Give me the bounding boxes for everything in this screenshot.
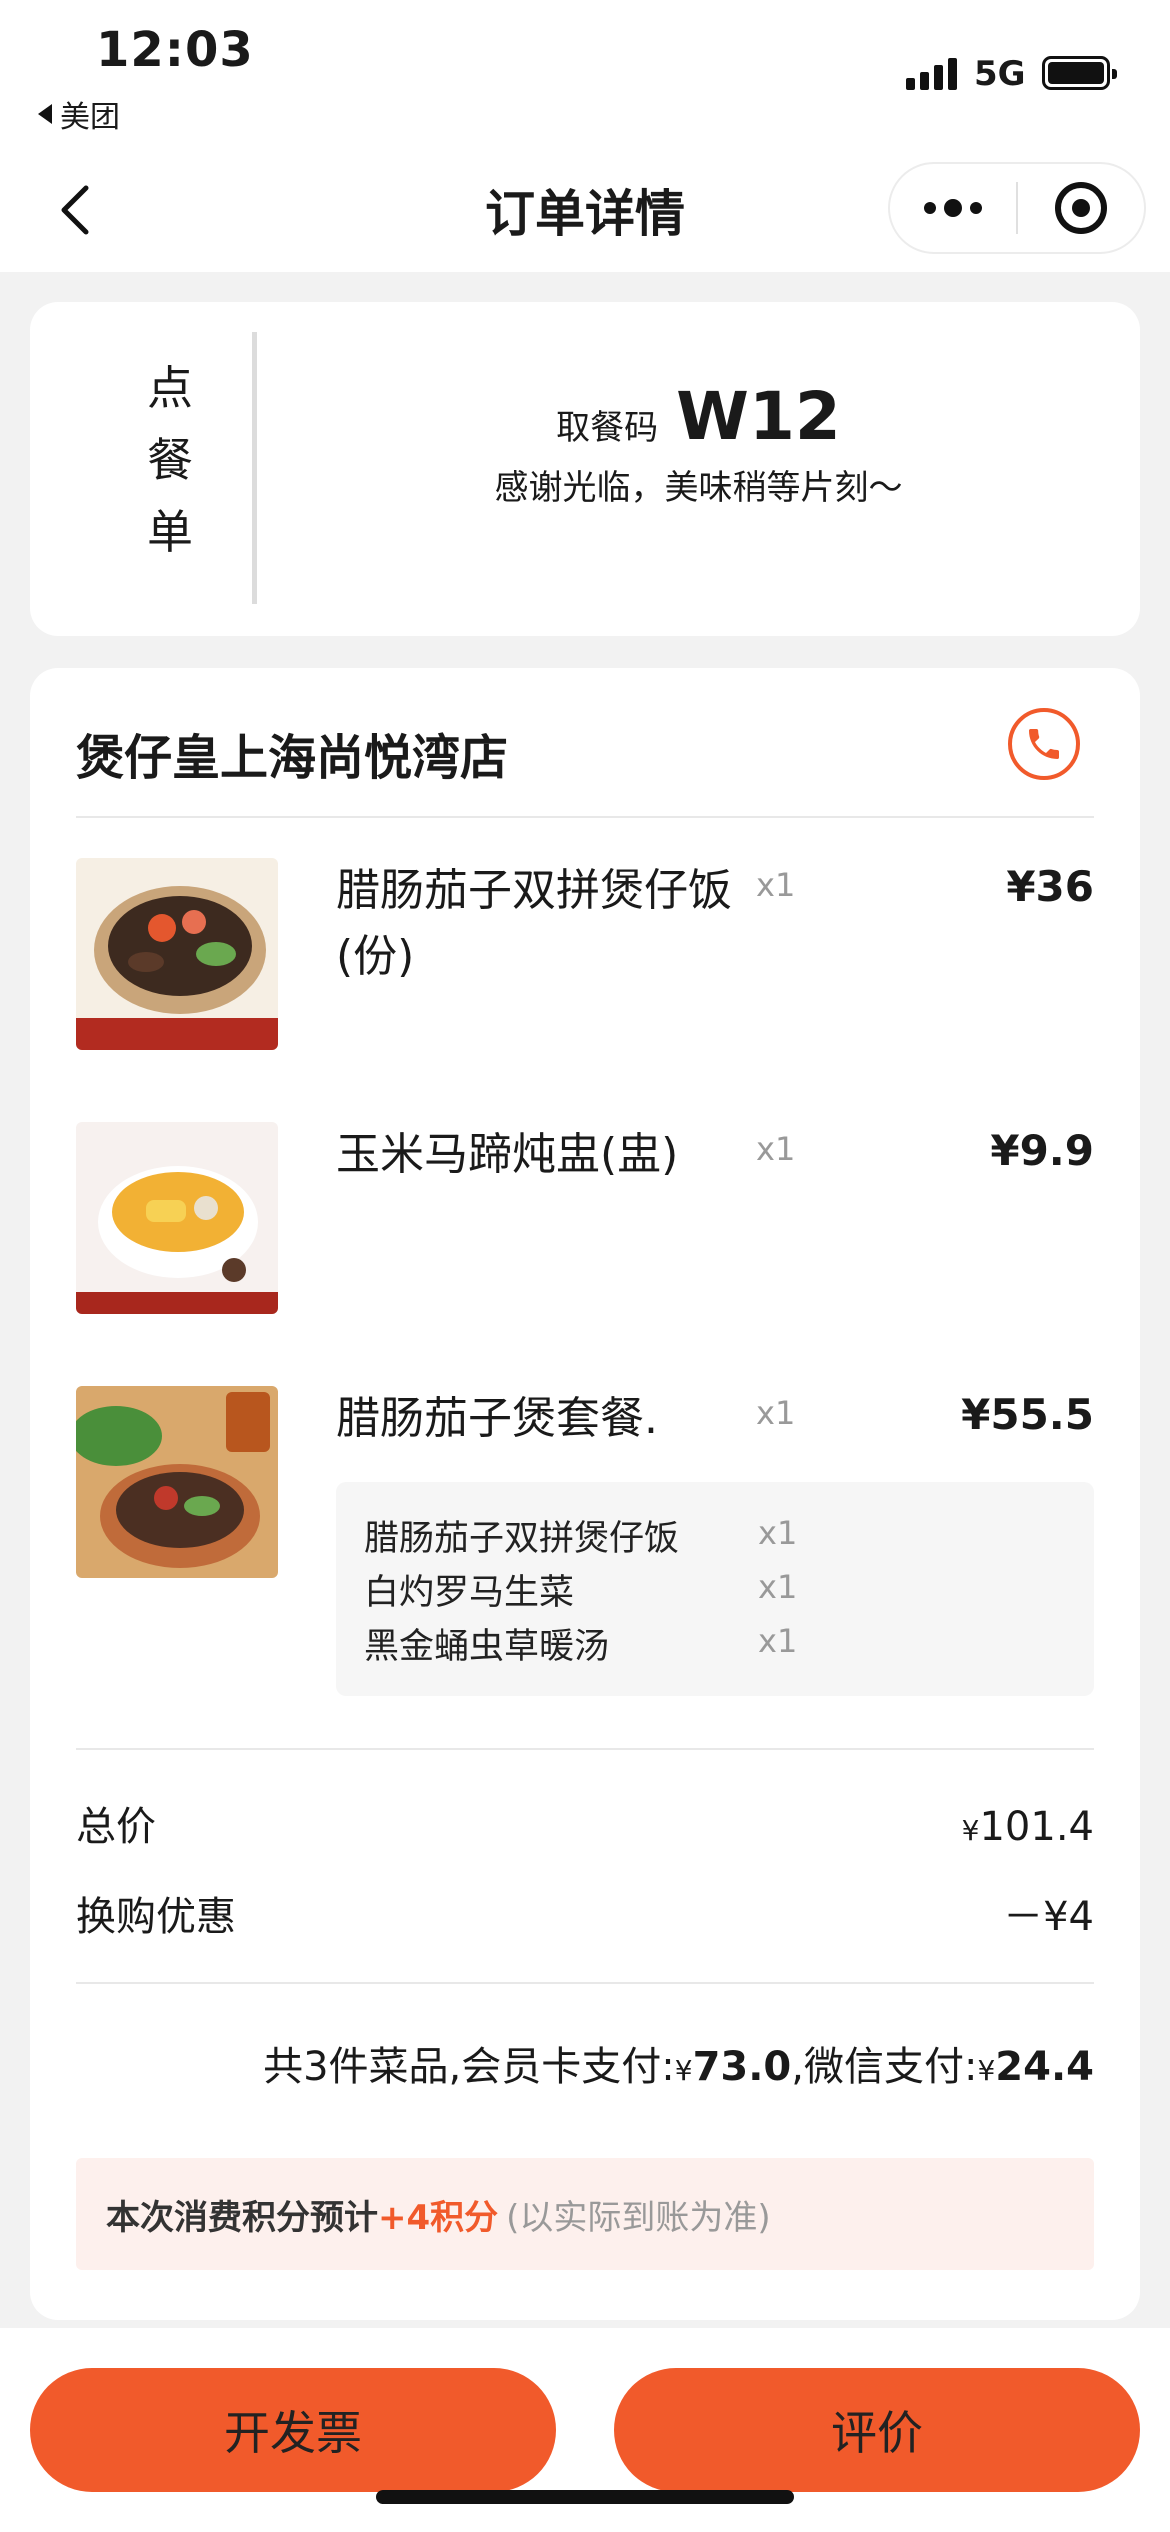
sub-item-quantity: x1 (758, 1622, 798, 1660)
item-image (76, 1386, 278, 1578)
item-quantity: x1 (756, 866, 796, 904)
divider (76, 816, 1094, 818)
thanks-message: 感谢光临，美味稍等片刻～ (494, 468, 903, 508)
item-quantity: x1 (756, 1394, 796, 1432)
close-mini-program-button[interactable] (1018, 182, 1144, 234)
pickup-card: 点 餐 单 取餐码 W12 感谢光临，美味稍等片刻～ (30, 302, 1140, 636)
more-button[interactable] (890, 199, 1016, 217)
points-note: (以实际到账为准) (506, 2197, 771, 2238)
invoice-button[interactable]: 开发票 (30, 2368, 556, 2492)
set-meal-contents: 腊肠茄子双拼煲仔饭 x1 白灼罗马生菜 x1 黑金蛹虫草暖汤 x1 (336, 1482, 1094, 1696)
sub-item-name: 白灼罗马生菜 (364, 1573, 575, 1613)
sub-item-name: 黑金蛹虫草暖汤 (364, 1627, 610, 1667)
nav-bar: 订单详情 (0, 150, 1170, 272)
order-item: 玉米马蹄炖盅(盅) x1 ¥9.9 (76, 1122, 1094, 1322)
back-triangle-icon (38, 104, 52, 124)
pickup-code: W12 (676, 378, 841, 455)
pickup-code-row: 取餐码 W12 (257, 378, 1140, 455)
network-label: 5G (974, 54, 1026, 94)
item-name: 玉米马蹄炖盅(盅) (336, 1129, 679, 1180)
item-name: 腊肠茄子煲套餐. (336, 1393, 658, 1444)
total-label: 总价 (76, 1804, 156, 1850)
total-value: ¥101.4 (961, 1804, 1094, 1850)
item-price: ¥36 (1006, 862, 1094, 911)
sub-item-quantity: x1 (758, 1514, 798, 1552)
order-item: 腊肠茄子双拼煲仔饭(份) x1 ¥36 (76, 858, 1094, 1058)
points-amount: +4积分 (378, 2197, 499, 2238)
sub-item-name: 腊肠茄子双拼煲仔饭 (364, 1519, 680, 1559)
item-price: ¥55.5 (961, 1390, 1094, 1439)
item-name: 腊肠茄子双拼煲仔饭(份) (336, 865, 732, 982)
sub-item-quantity: x1 (758, 1568, 798, 1606)
order-ticket-label: 点 餐 单 (147, 361, 193, 559)
status-bar: 12:03 美团 5G (0, 0, 1170, 150)
back-app-label: 美团 (60, 100, 120, 135)
signal-icon (906, 56, 957, 90)
divider (76, 1982, 1094, 1984)
mini-program-capsule (888, 162, 1146, 254)
item-quantity: x1 (756, 1130, 796, 1168)
phone-icon (1029, 729, 1059, 759)
points-banner: 本次消费积分预计 +4积分 (以实际到账为准) (76, 2158, 1094, 2270)
total-row: 总价 ¥101.4 (76, 1794, 1094, 1852)
home-indicator[interactable] (376, 2490, 794, 2504)
payment-summary: 共3件菜品,会员卡支付:¥73.0,微信支付:¥24.4 (263, 2044, 1094, 2090)
item-price: ¥9.9 (990, 1126, 1094, 1175)
battery-icon (1042, 56, 1117, 90)
pickup-code-label: 取餐码 (556, 408, 659, 448)
discount-label: 换购优惠 (76, 1894, 236, 1940)
divider (76, 1748, 1094, 1750)
wechat-amount: 24.4 (995, 2044, 1094, 2090)
status-time: 12:03 (96, 22, 254, 78)
discount-row: 换购优惠 －¥4 (76, 1884, 1094, 1942)
back-to-app-link[interactable]: 美团 (38, 92, 120, 136)
call-store-button[interactable] (1008, 708, 1080, 780)
item-image (76, 858, 278, 1050)
order-item: 腊肠茄子煲套餐. x1 ¥55.5 腊肠茄子双拼煲仔饭 x1 白灼罗马生菜 x1… (76, 1386, 1094, 1706)
member-card-amount: 73.0 (692, 2044, 792, 2090)
order-card: 煲仔皇上海尚悦湾店 腊肠茄子双拼煲仔饭(份) x1 ¥36 玉米马蹄炖盅(盅) … (30, 668, 1140, 2320)
discount-value: －¥4 (1003, 1894, 1094, 1940)
store-name: 煲仔皇上海尚悦湾店 (76, 730, 509, 786)
review-button[interactable]: 评价 (614, 2368, 1140, 2492)
target-icon (1054, 182, 1107, 234)
item-image (76, 1122, 278, 1314)
